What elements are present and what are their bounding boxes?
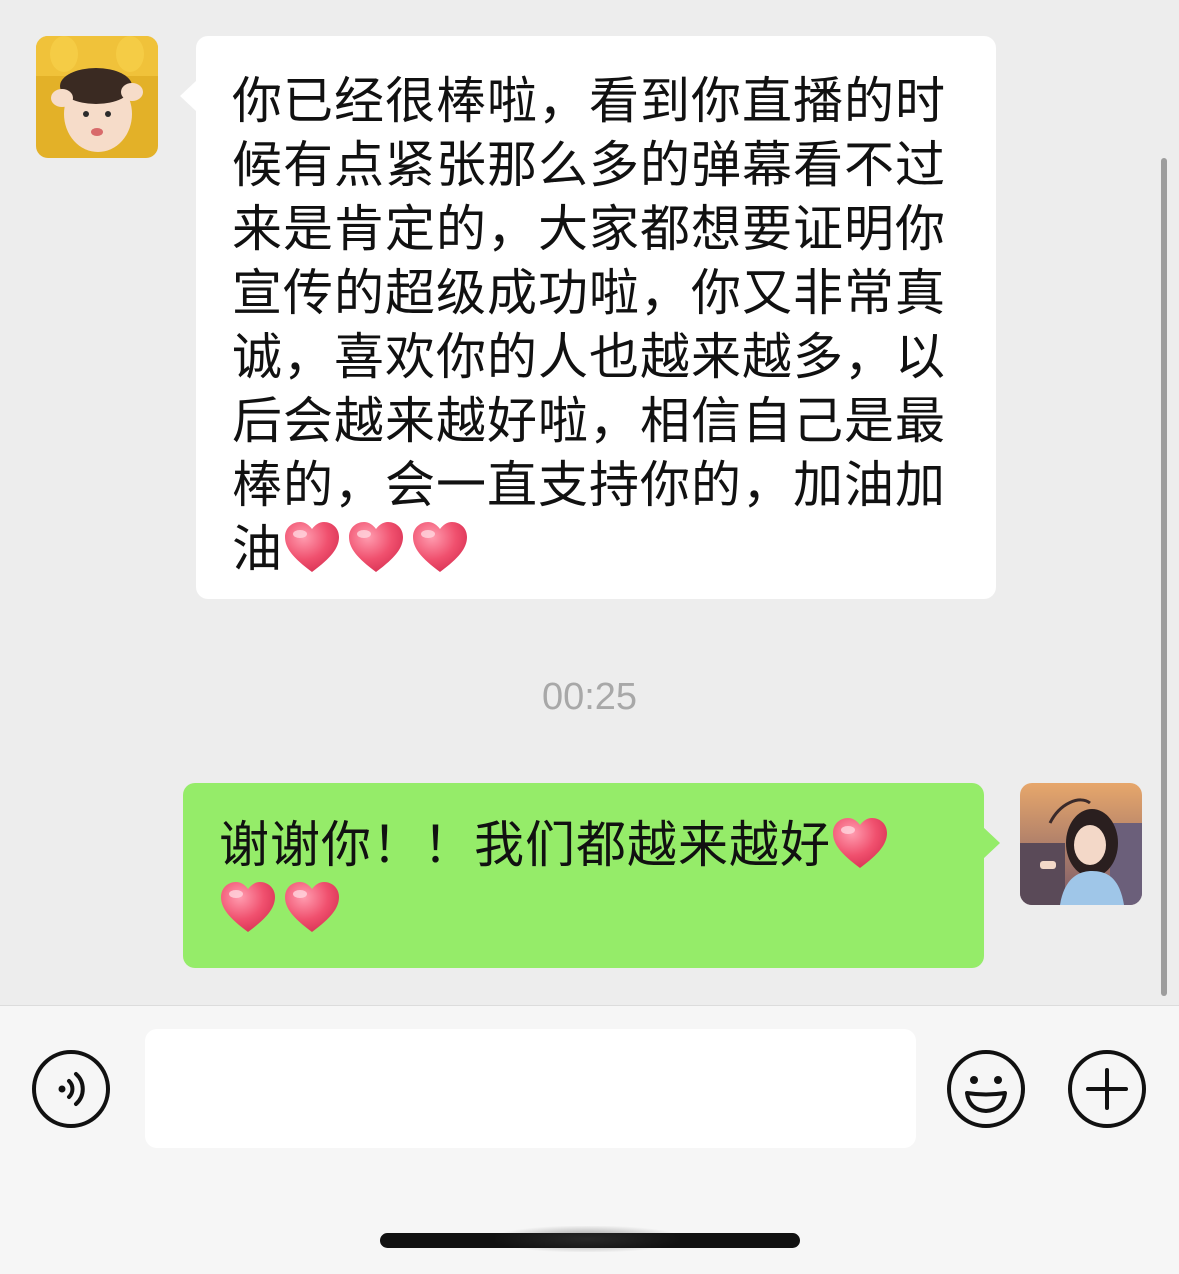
heart-emoji-icon [285,882,339,932]
message-timestamp: 00:25 [541,676,638,718]
contact-avatar[interactable] [36,36,158,158]
outgoing-message-text: 谢谢你！！我们都越来越好 [219,816,831,874]
incoming-message-text: 你已经很棒啦，看到你直播的时候有点紧张那么多的弹幕看不过来是肯定的，大家都想要证… [232,72,946,578]
heart-emoji-icon [285,522,339,572]
incoming-emoji-row [283,520,475,578]
incoming-message-bubble[interactable]: 你已经很棒啦，看到你直播的时候有点紧张那么多的弹幕看不过来是肯定的，大家都想要证… [180,36,996,599]
heart-emoji-icon [221,882,275,932]
heart-emoji-icon [833,818,887,868]
watermark-blur [495,1226,680,1252]
heart-emoji-icon [413,522,467,572]
heart-emoji-icon [349,522,403,572]
outgoing-message-bubble[interactable]: 谢谢你！！我们都越来越好 [183,783,1000,968]
plus-icon[interactable] [1066,1048,1148,1130]
smiley-icon[interactable] [945,1048,1027,1130]
chat-scrollbar[interactable] [1161,158,1167,996]
self-avatar[interactable] [1020,783,1142,905]
chat-area: 你已经很棒啦，看到你直播的时候有点紧张那么多的弹幕看不过来是肯定的，大家都想要证… [0,0,1179,1005]
voice-icon[interactable] [30,1048,112,1130]
message-text-input[interactable] [145,1029,916,1148]
message-input-bar [0,1005,1179,1274]
